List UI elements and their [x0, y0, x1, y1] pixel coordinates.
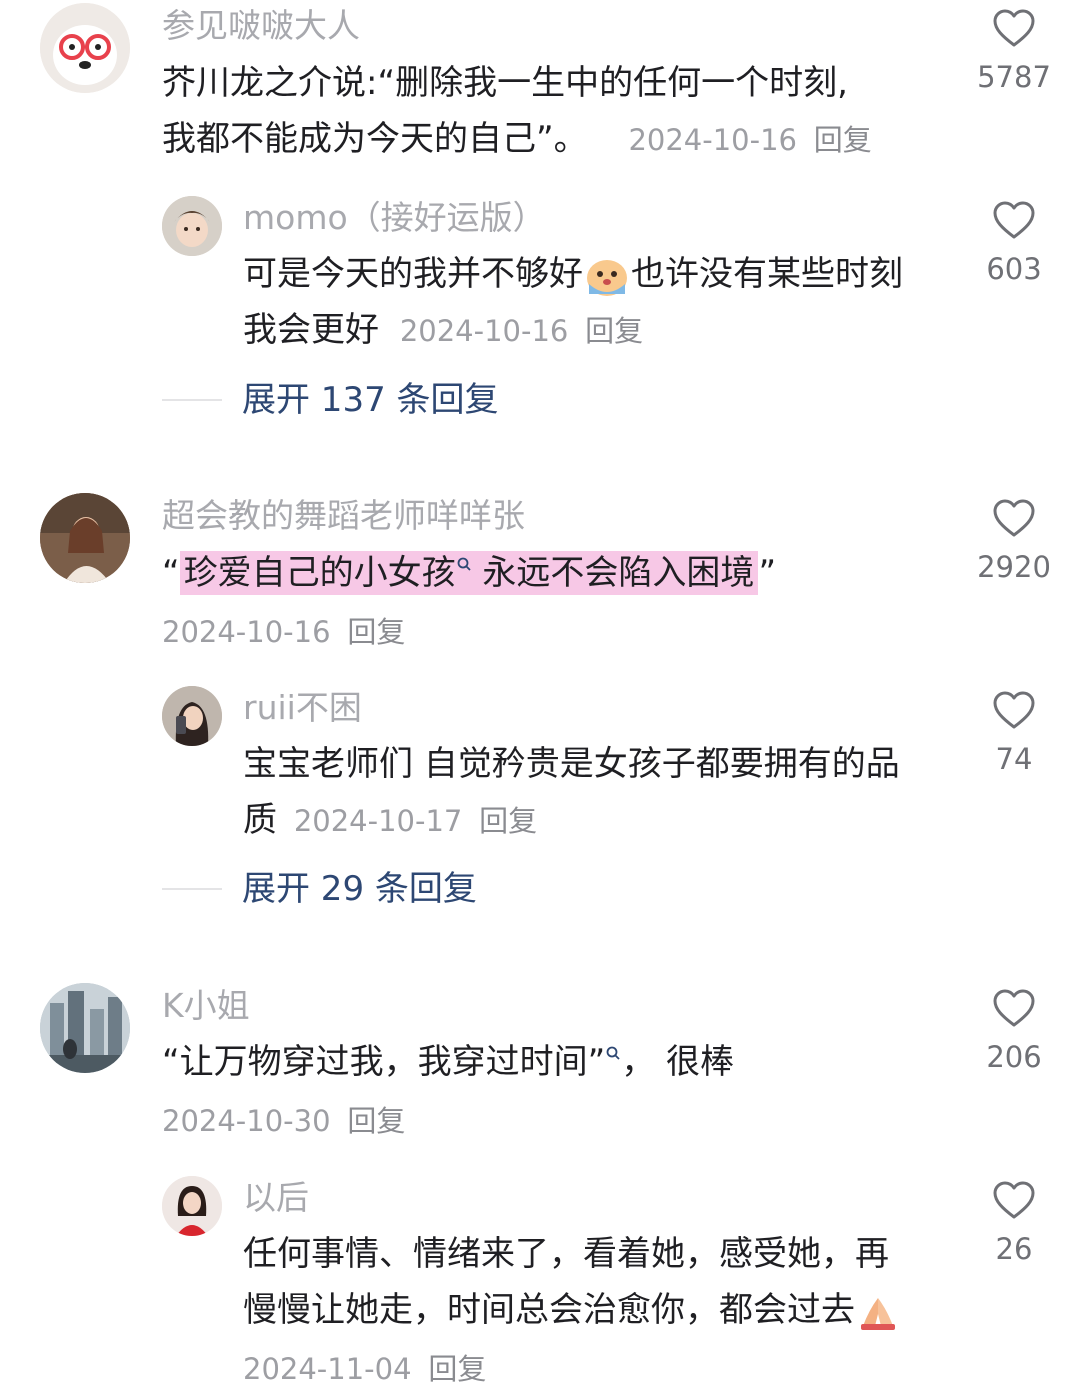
heart-icon	[993, 1181, 1035, 1219]
comment-meta-line: 2024-10-16 回复	[162, 603, 962, 660]
comment-date: 2024-10-16	[162, 615, 331, 649]
city-avatar-icon	[40, 983, 130, 1073]
reply-text: 可是今天的我并不够好 也许没有某些时刻 我会更好 2024-10-16 回复	[243, 246, 963, 359]
reply-meta-line: 2024-11-04 回复	[243, 1340, 963, 1397]
comment-text-part: “让万物穿过我，我穿过时间”	[162, 1042, 606, 1082]
comment-date: 2024-10-30	[162, 1104, 331, 1138]
pray-hands-emoji-icon	[861, 1297, 895, 1330]
reply-button[interactable]: 回复	[347, 1104, 405, 1138]
reply-button[interactable]: 回复	[585, 314, 643, 348]
comment-date: 2024-10-16	[628, 123, 797, 157]
highlight-part: 珍爱自己的小女孩	[183, 553, 456, 593]
woman-selfie-avatar-icon	[162, 686, 222, 746]
reply-text-line: 宝宝老师们 自觉矜贵是女孩子都要拥有的品	[243, 744, 900, 784]
like-count: 206	[986, 1040, 1042, 1074]
like-button[interactable]: 206	[969, 988, 1059, 1074]
reply-text-line: 任何事情、情绪来了，看着她，感受她，再	[243, 1234, 889, 1274]
like-button[interactable]: 603	[969, 200, 1059, 286]
comment-text: “让万物穿过我，我穿过时间” ， 很棒 2024-10-30 回复	[162, 1034, 962, 1149]
comment-text: 芥川龙之介说:“删除我一生中的任何一个时刻, 我都不能成为今天的自己”。 202…	[162, 55, 962, 168]
reply-date: 2024-10-16	[399, 314, 569, 348]
like-button[interactable]: 74	[969, 690, 1059, 776]
reply-username[interactable]: 以后	[243, 1178, 309, 1218]
dog-glasses-avatar-icon	[40, 3, 130, 93]
comment-text: “珍爱自己的小女孩 永远不会陷入困境” 2024-10-16 回复	[162, 545, 962, 660]
crying-emoji-icon	[587, 259, 627, 296]
reply-text: 宝宝老师们 自觉矜贵是女孩子都要拥有的品 质 2024-10-17 回复	[243, 736, 963, 849]
reply-username[interactable]: momo（接好运版）	[243, 198, 546, 238]
avatar[interactable]	[40, 3, 130, 93]
comment-meta-line: 2024-10-30 回复	[162, 1092, 962, 1149]
quote-mark: ”	[758, 553, 777, 593]
child-avatar-icon	[162, 196, 222, 256]
reply-text-line2: 我会更好 2024-10-16 回复	[243, 302, 963, 359]
reply-date: 2024-10-17	[293, 804, 463, 838]
like-button[interactable]: 5787	[969, 8, 1059, 94]
reply-text-part: 质	[243, 800, 277, 840]
avatar[interactable]	[162, 686, 222, 746]
like-count: 74	[995, 742, 1033, 776]
comment-text-line2: 我都不能成为今天的自己”。 2024-10-16 回复	[162, 111, 962, 168]
avatar[interactable]	[162, 196, 222, 256]
expand-replies-button[interactable]: 展开 29 条回复	[162, 869, 477, 909]
reply-text-line2: 质 2024-10-17 回复	[243, 792, 963, 849]
search-icon[interactable]	[456, 556, 472, 572]
reply-button[interactable]: 回复	[347, 615, 405, 649]
highlighted-text: 珍爱自己的小女孩 永远不会陷入困境	[179, 551, 759, 595]
comment-text-line: “让万物穿过我，我穿过时间” ， 很棒	[162, 1034, 962, 1090]
woman-avatar-icon	[40, 493, 130, 583]
like-count: 2920	[977, 550, 1051, 584]
expand-replies-label: 展开 29 条回复	[242, 869, 477, 909]
heart-icon	[993, 691, 1035, 729]
comment-text-part: 我都不能成为今天的自己”。	[162, 119, 588, 159]
avatar[interactable]	[162, 1176, 222, 1236]
reply-text: 任何事情、情绪来了，看着她，感受她，再 慢慢让她走，时间总会治愈你，都会过去 2…	[243, 1226, 963, 1397]
comment-text-line: 芥川龙之介说:“删除我一生中的任何一个时刻,	[162, 63, 848, 103]
reply-text-line: 可是今天的我并不够好 也许没有某些时刻	[243, 246, 963, 302]
reply-button[interactable]: 回复	[814, 123, 872, 157]
like-count: 26	[995, 1232, 1033, 1266]
reply-text-part: 可是今天的我并不够好	[243, 254, 583, 294]
search-icon[interactable]	[605, 1045, 621, 1061]
reply-username[interactable]: ruii不困	[243, 688, 362, 728]
heart-icon	[993, 499, 1035, 537]
heart-icon	[993, 989, 1035, 1027]
avatar[interactable]	[40, 493, 130, 583]
highlight-part: 永远不会陷入困境	[471, 553, 755, 593]
reply-button[interactable]: 回复	[479, 804, 537, 838]
like-count: 5787	[977, 60, 1051, 94]
heart-icon	[993, 9, 1035, 47]
comment-text-part: ， 很棒	[621, 1042, 735, 1082]
like-button[interactable]: 2920	[969, 498, 1059, 584]
avatar[interactable]	[40, 983, 130, 1073]
reply-text-part: 也许没有某些时刻	[631, 254, 903, 294]
comment-text-line: “珍爱自己的小女孩 永远不会陷入困境”	[162, 545, 962, 601]
comment-username[interactable]: 参见啵啵大人	[162, 6, 360, 46]
expand-replies-label: 展开 137 条回复	[242, 380, 499, 420]
reply-text-line2: 慢慢让她走，时间总会治愈你，都会过去	[243, 1282, 963, 1338]
quote-mark: “	[162, 553, 180, 593]
comment-username[interactable]: K小姐	[162, 986, 250, 1026]
reply-text-part: 我会更好	[243, 310, 379, 350]
reply-text-part: 慢慢让她走，时间总会治愈你，都会过去	[243, 1290, 855, 1330]
expand-replies-button[interactable]: 展开 137 条回复	[162, 380, 499, 420]
like-count: 603	[986, 252, 1042, 286]
like-button[interactable]: 26	[969, 1180, 1059, 1266]
woman-red-dress-avatar-icon	[162, 1176, 222, 1236]
heart-icon	[993, 201, 1035, 239]
divider	[162, 888, 222, 890]
divider	[162, 399, 222, 401]
comment-username[interactable]: 超会教的舞蹈老师咩咩张	[162, 496, 525, 536]
